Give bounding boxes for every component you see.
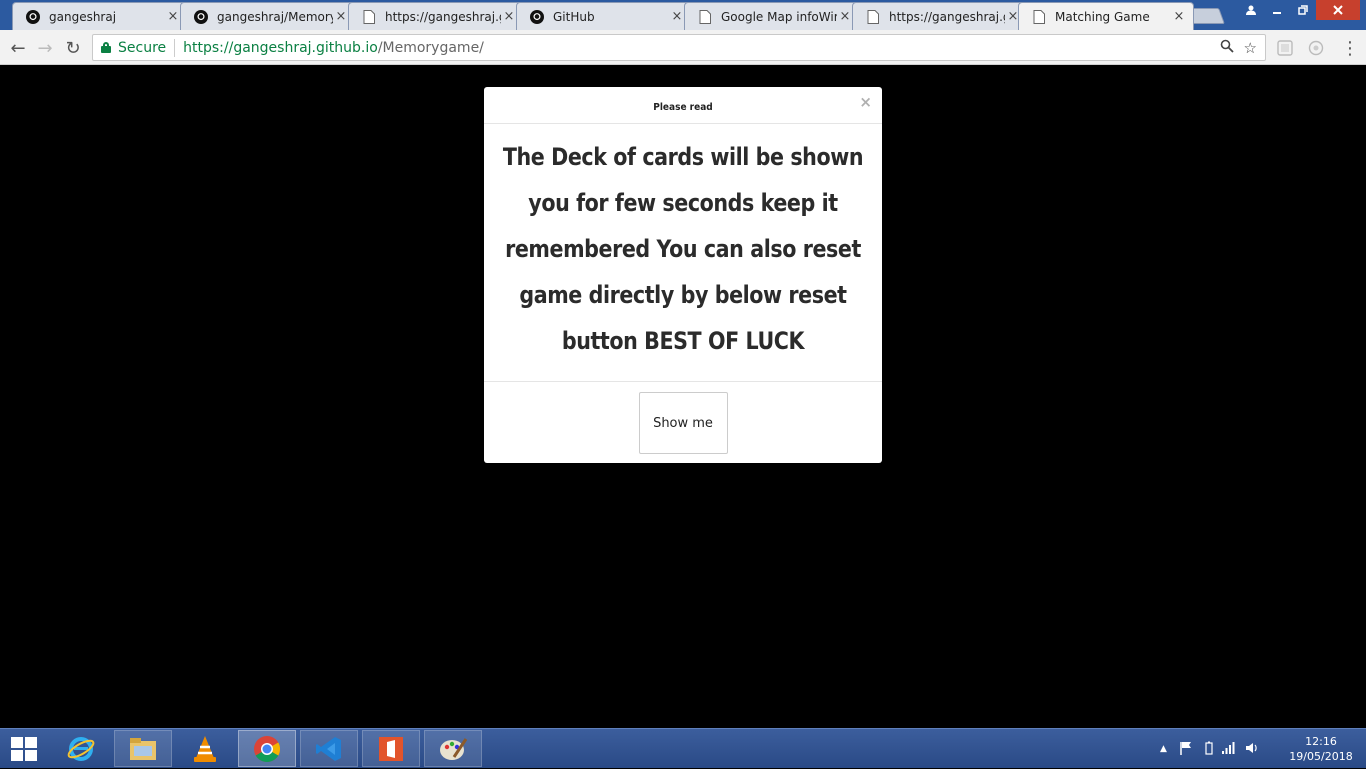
tab-5[interactable]: Google Map infoWir × (684, 2, 860, 30)
tab-title: https://gangeshraj.g (889, 9, 1005, 24)
modal-footer: Show me (484, 382, 882, 463)
extension-icon[interactable] (1306, 38, 1326, 58)
tab-4[interactable]: GitHub × (516, 2, 692, 30)
tab-title: gangeshraj (49, 9, 117, 24)
page-icon (361, 9, 377, 25)
window-controls (1238, 0, 1360, 20)
modal-body: The Deck of cards will be shown you for … (484, 124, 882, 382)
volume-icon[interactable] (1245, 741, 1259, 758)
tab-close-icon[interactable]: × (669, 9, 685, 25)
lock-icon (101, 42, 111, 53)
url-path: /Memorygame/ (377, 39, 484, 56)
modal-header: Please read × (484, 87, 882, 124)
tab-strip: gangeshraj × gangeshraj/Memory × https:/… (0, 0, 1366, 30)
reload-icon[interactable]: ↻ (61, 36, 85, 60)
user-profile-icon[interactable] (1238, 0, 1264, 20)
tab-close-icon[interactable]: × (501, 9, 517, 25)
clock-time: 12:16 (1305, 735, 1337, 748)
internet-explorer-icon[interactable] (52, 730, 110, 767)
modal-title: Please read (653, 101, 713, 113)
forward-icon[interactable]: → (33, 36, 57, 60)
back-icon[interactable]: ← (6, 36, 30, 60)
tab-close-icon[interactable]: × (837, 9, 853, 25)
secure-label: Secure (118, 39, 167, 56)
bookmark-star-icon[interactable]: ☆ (1244, 39, 1257, 57)
chrome-icon[interactable] (238, 730, 296, 767)
browser-toolbar: ← → ↻ Secure https://gangeshraj.github.i… (0, 30, 1366, 65)
zoom-icon[interactable] (1220, 39, 1234, 57)
secure-indicator[interactable]: Secure (93, 40, 166, 56)
minimize-icon[interactable] (1264, 0, 1290, 20)
signal-icon[interactable] (1221, 741, 1235, 757)
tab-7-active[interactable]: Matching Game × (1018, 2, 1194, 30)
vlc-icon[interactable] (176, 730, 234, 767)
tab-title: Matching Game (1055, 9, 1150, 24)
system-tray: ▲ (1160, 729, 1259, 769)
instructions-modal: Please read × The Deck of cards will be … (484, 87, 882, 463)
tab-1[interactable]: gangeshraj × (12, 2, 188, 30)
modal-message: The Deck of cards will be shown you for … (502, 143, 864, 355)
modal-close-icon[interactable]: × (859, 95, 872, 110)
omnibox-icons: ☆ (1220, 39, 1257, 57)
system-clock[interactable]: 12:16 19/05/2018 (1286, 734, 1356, 764)
address-bar[interactable]: Secure https://gangeshraj.github.io/Memo… (92, 34, 1266, 61)
action-center-flag-icon[interactable] (1179, 741, 1193, 758)
tray-expand-icon[interactable]: ▲ (1160, 744, 1167, 754)
tab-title: gangeshraj/Memory (217, 9, 333, 24)
github-icon (193, 9, 209, 25)
extension-icon[interactable] (1275, 38, 1295, 58)
page-icon (1031, 9, 1047, 25)
address-separator (174, 38, 176, 57)
window-close-icon[interactable] (1316, 0, 1360, 20)
tab-2[interactable]: gangeshraj/Memory × (180, 2, 356, 30)
file-explorer-icon[interactable] (114, 730, 172, 767)
start-button[interactable] (8, 735, 40, 763)
page-icon (865, 9, 881, 25)
tab-title: GitHub (553, 9, 595, 24)
tab-title: https://gangeshraj.g (385, 9, 501, 24)
tab-close-icon[interactable]: × (165, 9, 181, 25)
url-host: https://gangeshraj.github.io (183, 39, 378, 56)
tab-3[interactable]: https://gangeshraj.g × (348, 2, 524, 30)
battery-icon[interactable] (1205, 741, 1213, 758)
tab-close-icon[interactable]: × (333, 9, 349, 25)
clock-date: 19/05/2018 (1289, 750, 1353, 763)
vscode-icon[interactable] (300, 730, 358, 767)
menu-icon[interactable]: ⋮ (1340, 38, 1360, 59)
tab-title: Google Map infoWir (721, 9, 837, 24)
tab-6[interactable]: https://gangeshraj.g × (852, 2, 1028, 30)
page-icon (697, 9, 713, 25)
show-me-button[interactable]: Show me (638, 392, 728, 454)
restore-icon[interactable] (1290, 0, 1316, 20)
office-icon[interactable] (362, 730, 420, 767)
tab-close-icon[interactable]: × (1171, 9, 1187, 25)
paint-icon[interactable] (424, 730, 482, 767)
taskbar: ▲ 12:16 19/05/2018 (0, 728, 1366, 768)
github-icon (529, 9, 545, 25)
github-icon (25, 9, 41, 25)
